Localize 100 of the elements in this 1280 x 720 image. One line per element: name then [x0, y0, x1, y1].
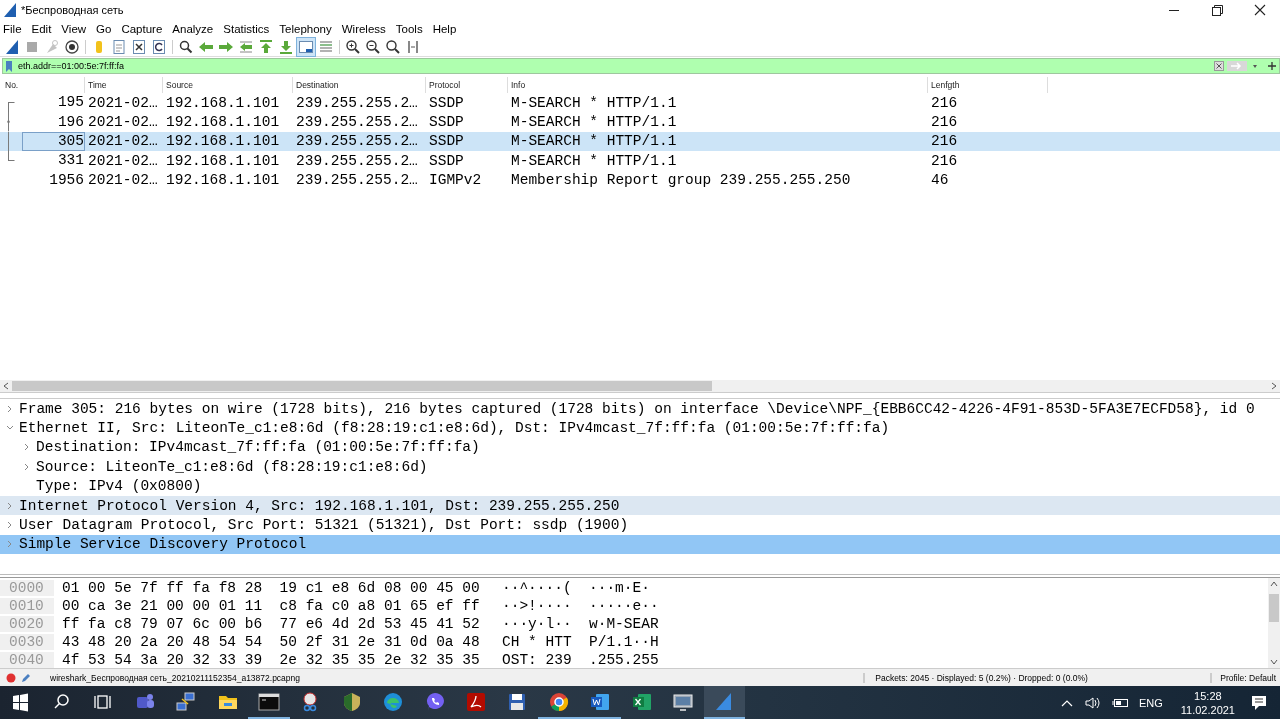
- column-header[interactable]: Source: [163, 77, 293, 93]
- table-cell-text: 46: [930, 172, 950, 189]
- tree-text: Internet Protocol Version 4, Src: 192.168.1.101, Dst: 239.255.255.250: [19, 497, 620, 514]
- pencil-icon[interactable]: [21, 672, 31, 683]
- up-arrow-icon[interactable]: [257, 37, 275, 56]
- tree-item[interactable]: Ethernet II, Src: LiteonTe_c1:e8:6d (f8:28:19:c1:e8:6d), Dst: IPv4mcast_7f:ff:fa (01:00:5e:7f:ff:fa): [0, 418, 1280, 438]
- packet-row[interactable]: 331 2021-02… 192.168.1.101 239.255.255.2… SSDP M-SEARCH * HTTP/1.1 216: [0, 151, 1280, 171]
- zoom-in-icon[interactable]: [344, 37, 362, 56]
- browser-swirl-icon: [382, 690, 405, 713]
- table-cell-text: 239.255.255.2…: [295, 172, 419, 189]
- column-header[interactable]: No.: [0, 77, 85, 93]
- table-cell-text: 192.168.1.101: [165, 94, 281, 111]
- hex-offset: 0030: [0, 634, 54, 650]
- ascii-text: ···y·l·· w·M-SEAR: [502, 616, 659, 632]
- menu-item[interactable]: Statistics: [223, 22, 270, 35]
- table-cell-text: 195: [56, 93, 85, 113]
- table-cell-text: 2021-02…: [87, 172, 159, 189]
- table-cell-text: M-SEARCH * HTTP/1.1: [510, 94, 678, 111]
- scrollbar-thumb[interactable]: [12, 381, 712, 391]
- menu-item[interactable]: Wireless: [341, 22, 386, 35]
- speaker-icon[interactable]: [1083, 695, 1102, 710]
- scroll-up-icon[interactable]: [1270, 580, 1278, 588]
- column-header[interactable]: Time: [85, 77, 163, 93]
- notifications-icon[interactable]: [1250, 693, 1268, 712]
- table-cell-text: 192.168.1.101: [165, 114, 281, 131]
- menu-item[interactable]: Analyze: [172, 22, 214, 35]
- ascii-text: ··>!···· ·····e··: [502, 598, 659, 614]
- zoom-out-icon[interactable]: [364, 37, 382, 56]
- hex-offset: 0040: [0, 652, 54, 668]
- tree-item[interactable]: Internet Protocol Version 4, Src: 192.168.1.101, Dst: 239.255.255.250: [0, 495, 1280, 516]
- packet-row[interactable]: 196 2021-02… 192.168.1.101 239.255.255.2… SSDP M-SEARCH * HTTP/1.1 216: [0, 112, 1280, 132]
- table-cell-text: 192.168.1.101: [165, 172, 281, 189]
- column-header[interactable]: Info: [508, 77, 928, 93]
- table-cell-text: 216: [930, 152, 959, 169]
- scrollbar-thumb[interactable]: [1269, 594, 1279, 622]
- table-cell-text: SSDP: [428, 152, 465, 169]
- tree-item[interactable]: Destination: IPv4mcast_7f:ff:fa (01:00:5e:7f:ff:fa): [0, 437, 1280, 458]
- tree-text: Source: LiteonTe_c1:e8:6d (f8:28:19:c1:e8:6d): [36, 458, 428, 475]
- menu-item[interactable]: Capture: [121, 22, 163, 35]
- pdf-app-icon: [465, 690, 487, 713]
- table-cell-text: 239.255.255.2…: [295, 114, 419, 131]
- close-file-icon[interactable]: [130, 37, 148, 56]
- reload-icon[interactable]: [150, 37, 168, 56]
- column-header[interactable]: Lenfgth: [928, 77, 1048, 93]
- bookmark-icon[interactable]: [5, 60, 13, 72]
- list-scroll-icon[interactable]: [297, 37, 315, 56]
- ascii-text: OST: 239 .255.255: [502, 652, 659, 668]
- scroll-right-icon[interactable]: [1270, 382, 1278, 390]
- tree-item[interactable]: Type: IPv4 (0x0800): [0, 476, 1280, 496]
- table-cell-text: 2021-02…: [87, 133, 159, 150]
- table-cell-text: 216: [930, 133, 959, 150]
- table-cell-text: SSDP: [428, 94, 465, 111]
- tree-text: Type: IPv4 (0x0800): [36, 478, 202, 495]
- tree-item[interactable]: Simple Service Discovery Protocol: [0, 534, 1280, 555]
- hex-offset: 0000: [0, 580, 54, 596]
- tree-item[interactable]: Source: LiteonTe_c1:e8:6d (f8:28:19:c1:e8:6d): [0, 457, 1280, 477]
- language-indicator[interactable]: ENG: [1138, 696, 1163, 709]
- packet-count: Packets: 2045 · Displayed: 5 (0.2%) · Dropped: 0 (0.0%): [863, 672, 1206, 683]
- window-title: *Беспроводная сеть: [21, 4, 124, 16]
- column-header[interactable]: Destination: [293, 77, 426, 93]
- packet-row[interactable]: 195 2021-02… 192.168.1.101 239.255.255.2… SSDP M-SEARCH * HTTP/1.1 216: [0, 93, 1280, 113]
- clock-time[interactable]: 15:28: [1194, 688, 1222, 703]
- hex-bytes: 00 ca 3e 21 00 00 01 11 c8 fa c0 a8 01 65 ef ff: [62, 598, 481, 614]
- menu-item[interactable]: Go: [96, 22, 112, 35]
- hex-bytes: ff fa c8 79 07 6c 00 b6 77 e6 4d 2d 53 45 41 52: [62, 616, 481, 632]
- filter-field[interactable]: eth.addr==01:00:5e:7f:ff:fa: [16, 60, 1211, 72]
- hex-bytes: 01 00 5e 7f ff fa f8 28 19 c1 e8 6d 08 00 45 00: [62, 580, 481, 596]
- tree-text: User Datagram Protocol, Src Port: 51321 (51321), Dst Port: ssdp (1900): [19, 517, 629, 534]
- packet-row[interactable]: 305 2021-02… 192.168.1.101 239.255.255.2… SSDP M-SEARCH * HTTP/1.1 216: [0, 131, 1280, 152]
- table-cell-text: M-SEARCH * HTTP/1.1: [510, 114, 678, 131]
- packet-row[interactable]: 1956 2021-02… 192.168.1.101 239.255.255.2… IGMPv2 Membership Report group 239.255.255.250 46: [0, 170, 1280, 190]
- gear-icon[interactable]: [63, 37, 81, 56]
- hex-offset: 0020: [0, 616, 54, 632]
- plus-icon[interactable]: [1267, 61, 1277, 71]
- shark-fin-taskbar-button[interactable]: [703, 686, 746, 719]
- menu-item[interactable]: Tools: [395, 22, 423, 35]
- clear-icon[interactable]: [1214, 61, 1224, 71]
- menu-item[interactable]: Edit: [31, 22, 52, 35]
- ascii-text: CH * HTT P/1.1··H: [502, 634, 659, 650]
- table-cell-text: M-SEARCH * HTTP/1.1: [510, 133, 678, 150]
- clock-date[interactable]: 11.02.2021: [1180, 702, 1235, 717]
- column-header[interactable]: Protocol: [426, 77, 508, 93]
- table-cell-text: SSDP: [428, 114, 465, 131]
- menu-item[interactable]: Telephony: [279, 22, 332, 35]
- menu-item[interactable]: Help: [432, 22, 457, 35]
- table-cell-text: IGMPv2: [428, 172, 483, 189]
- table-cell-text: 2021-02…: [87, 94, 159, 111]
- menu-item[interactable]: File: [3, 22, 22, 35]
- record-icon[interactable]: [6, 672, 16, 683]
- profile-label[interactable]: Profile: Default: [1210, 672, 1280, 683]
- table-cell-text: 239.255.255.2…: [295, 94, 419, 111]
- menu-item[interactable]: View: [61, 22, 87, 35]
- tree-item[interactable]: User Datagram Protocol, Src Port: 51321 (51321), Dst Port: ssdp (1900): [0, 515, 1280, 535]
- scroll-left-icon[interactable]: [2, 382, 10, 390]
- magnifier-icon[interactable]: [384, 37, 402, 56]
- tree-text: Ethernet II, Src: LiteonTe_c1:e8:6d (f8:28:19:c1:e8:6d), Dst: IPv4mcast_7f:ff:fa (01:00:5e:7f:ff:fa): [19, 420, 890, 437]
- filter-bar[interactable]: eth.addr==01:00:5e:7f:ff:fa: [2, 58, 1280, 74]
- scroll-down-icon[interactable]: [1270, 658, 1278, 666]
- tree-item[interactable]: Frame 305: 216 bytes on wire (1728 bits), 216 bytes captured (1728 bits) on interface \Device\NPF_{EBB6CC42-4226-4F91-853D-5FA3E7ECFD58}, id 0: [0, 399, 1280, 419]
- table-cell-text: M-SEARCH * HTTP/1.1: [510, 152, 678, 169]
